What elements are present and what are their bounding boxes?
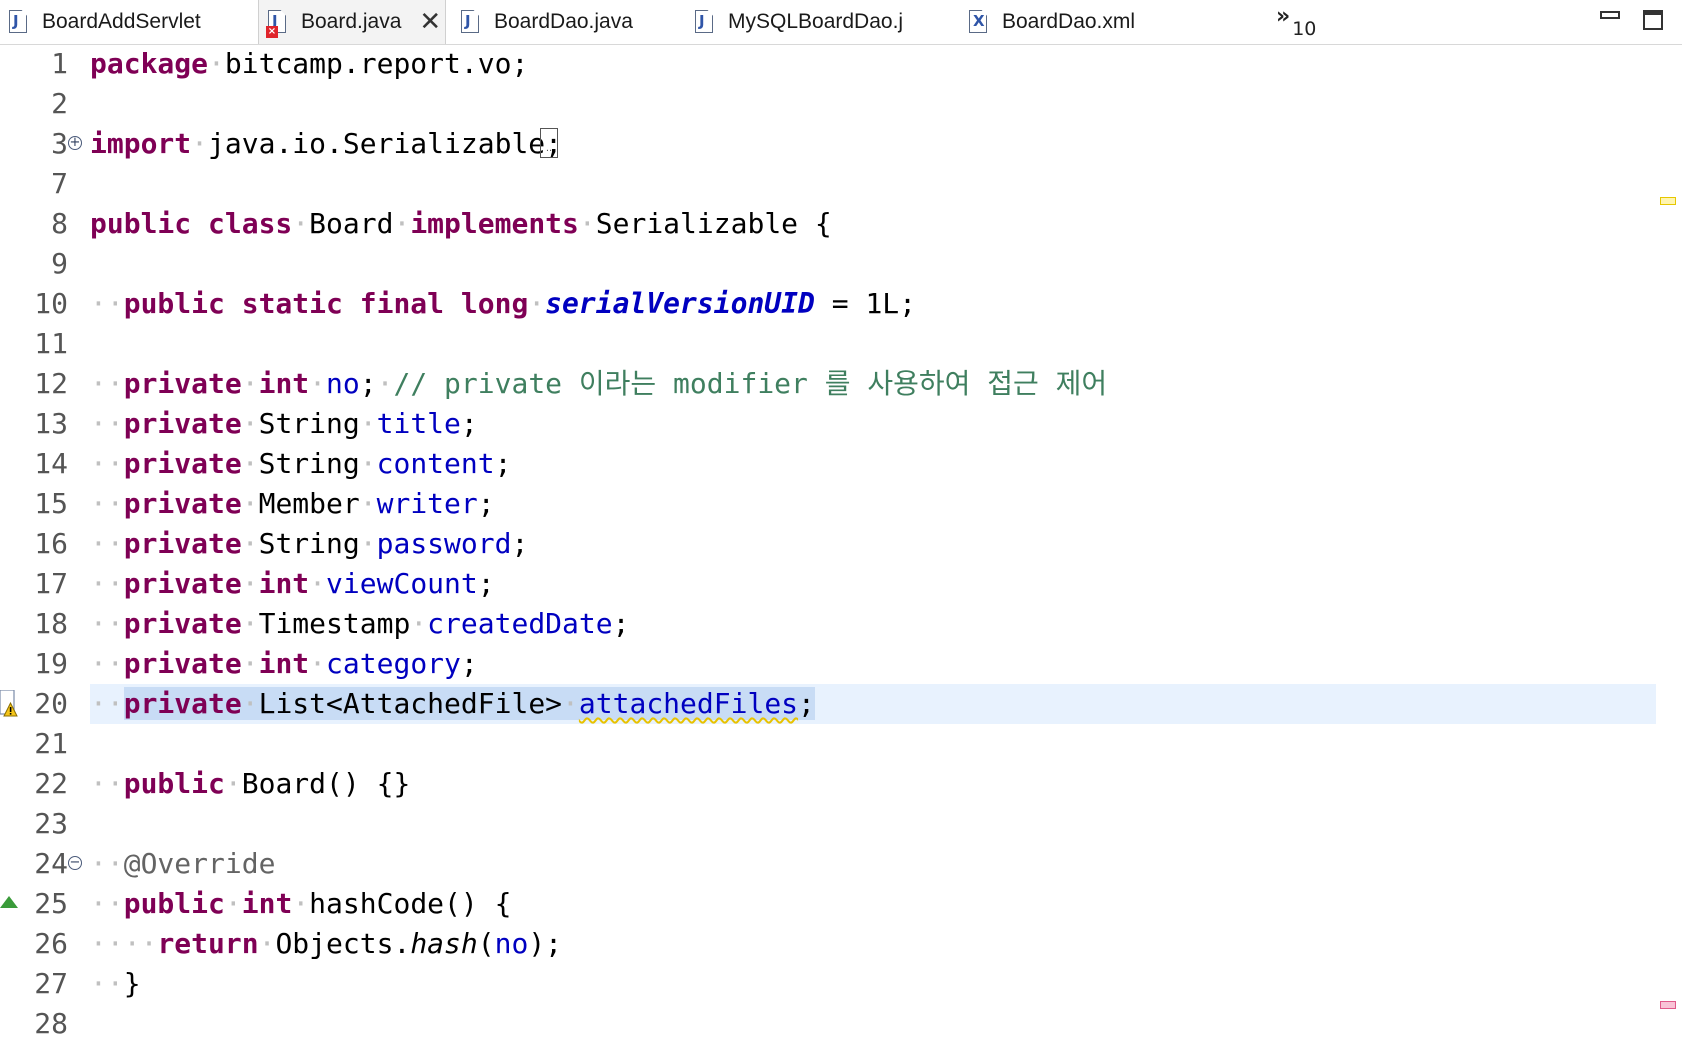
code-text: ····return·Objects.hash(no);	[90, 927, 563, 960]
java-file-icon: J	[694, 9, 716, 35]
code-line: 13 ··private·String·title;	[0, 404, 1682, 444]
code-line: 27 ··}	[0, 964, 1682, 1004]
code-line: 22 ··public·Board() {}	[0, 764, 1682, 804]
line-number: 19	[34, 647, 68, 680]
code-text: ··private·int·viewCount;	[90, 567, 495, 600]
tab-label: BoardDao.java	[494, 10, 633, 33]
line-number: 26	[34, 927, 68, 960]
close-icon[interactable]: ✕	[419, 9, 441, 35]
code-text: ··private·Member·writer;	[90, 487, 495, 520]
line-number: 28	[34, 1007, 68, 1040]
line-number: 20	[34, 687, 68, 720]
fold-expand-icon[interactable]: +	[68, 136, 82, 150]
overflow-count: 10	[1292, 18, 1317, 40]
line-number: 18	[34, 607, 68, 640]
code-text: ··public·Board() {}	[90, 767, 411, 800]
line-number: 11	[34, 327, 68, 360]
code-text: ··private·List<AttachedFile>·attachedFil…	[90, 687, 815, 720]
overflow-chevron-icon: »	[1276, 4, 1291, 29]
code-text: ··private·int·category;	[90, 647, 478, 680]
tab-label: BoardDao.xml	[1002, 10, 1136, 33]
line-number: 9	[51, 247, 68, 280]
tab-mysqlboarddao[interactable]: J MySQLBoardDao.j	[686, 0, 956, 44]
line-number: 17	[34, 567, 68, 600]
tab-boarddao-java[interactable]: J BoardDao.java	[452, 0, 682, 44]
minimize-icon[interactable]	[1600, 11, 1620, 19]
line-number: 10	[34, 287, 68, 320]
code-text: package·bitcamp.report.vo;	[90, 47, 529, 80]
code-line: 23	[0, 804, 1682, 844]
code-line: 24 − ··@Override	[0, 844, 1682, 884]
code-line: 10 ··public static final long·serialVers…	[0, 284, 1682, 324]
tab-boardaddservlet[interactable]: J BoardAddServlet	[0, 0, 248, 44]
code-text: ··private·int·no;·// private 이라는 modifie…	[90, 367, 1108, 400]
line-number: 23	[34, 807, 68, 840]
code-text: ··private·Timestamp·createdDate;	[90, 607, 630, 640]
code-line: 1 package·bitcamp.report.vo;	[0, 44, 1682, 84]
line-number: 12	[34, 367, 68, 400]
code-text: ··public static final long·serialVersion…	[90, 287, 917, 320]
tab-board-java[interactable]: J × Board.java ✕	[258, 0, 446, 44]
java-file-icon: J	[460, 9, 482, 35]
code-text: ··private·String·password;	[90, 527, 529, 560]
code-line: 15 ··private·Member·writer;	[0, 484, 1682, 524]
line-number: 24	[34, 847, 68, 880]
code-line: 21	[0, 724, 1682, 764]
line-number: 7	[51, 167, 68, 200]
code-line: 11	[0, 324, 1682, 364]
code-line-current: 20 ··private·List<AttachedFile>·attached…	[0, 684, 1682, 724]
code-text: import·java.io.Serializable;	[90, 127, 563, 160]
line-number: 13	[34, 407, 68, 440]
overview-ruler-error-marker[interactable]	[1660, 1001, 1676, 1009]
code-line: 12 ··private·int·no;·// private 이라는 modi…	[0, 364, 1682, 404]
code-line: 28	[0, 1004, 1682, 1044]
tab-boarddao-xml[interactable]: X BoardDao.xml	[960, 0, 1230, 44]
editor-tab-bar: J BoardAddServlet J × Board.java ✕ J Boar…	[0, 0, 1682, 45]
line-number: 15	[34, 487, 68, 520]
code-line: 2	[0, 84, 1682, 124]
code-line: 17 ··private·int·viewCount;	[0, 564, 1682, 604]
line-number: 2	[51, 87, 68, 120]
code-text: ··@Override	[90, 847, 276, 880]
code-line: 19 ··private·int·category;	[0, 644, 1682, 684]
code-line: 3 + import·java.io.Serializable; ..	[0, 124, 1682, 164]
fold-collapse-icon[interactable]: −	[68, 856, 82, 870]
java-file-error-icon: J ×	[266, 9, 289, 38]
code-editor[interactable]: 1 package·bitcamp.report.vo; 2 3 + impor…	[0, 44, 1682, 1040]
code-line: 14 ··private·String·content;	[0, 444, 1682, 484]
line-number: 3	[51, 127, 68, 160]
code-text: ··private·String·title;	[90, 407, 478, 440]
tab-label: Board.java	[301, 10, 402, 33]
code-line: 16 ··private·String·password;	[0, 524, 1682, 564]
code-text: ··public·int·hashCode() {	[90, 887, 512, 920]
code-line: 7	[0, 164, 1682, 204]
line-number: 27	[34, 967, 68, 1000]
code-comment: // private 이라는 modifier 를 사용하여 접근 제어	[393, 367, 1108, 400]
code-line: 9	[0, 244, 1682, 284]
code-line: 18 ··private·Timestamp·createdDate;	[0, 604, 1682, 644]
code-line: 26 ····return·Objects.hash(no);	[0, 924, 1682, 964]
java-file-icon: J	[8, 9, 30, 35]
folded-imports-marker[interactable]: ..	[540, 128, 558, 158]
code-line: 25 ··public·int·hashCode() {	[0, 884, 1682, 924]
tab-label: MySQLBoardDao.j	[728, 10, 904, 33]
line-number: 22	[34, 767, 68, 800]
code-line: 8 public class·Board·implements·Serializ…	[0, 204, 1682, 244]
tab-overflow-button[interactable]: » 10	[1276, 4, 1316, 40]
line-number: 21	[34, 727, 68, 760]
line-number: 16	[34, 527, 68, 560]
line-number: 14	[34, 447, 68, 480]
xml-file-icon: X	[968, 9, 990, 35]
line-number: 8	[51, 207, 68, 240]
maximize-icon[interactable]	[1643, 10, 1663, 30]
code-text: ··private·String·content;	[90, 447, 512, 480]
code-text: ··}	[90, 967, 141, 1000]
line-number: 1	[51, 47, 68, 80]
code-text: public class·Board·implements·Serializab…	[90, 207, 832, 240]
line-number: 25	[34, 887, 68, 920]
tab-label: BoardAddServlet	[42, 10, 201, 33]
overview-ruler-warning-marker[interactable]	[1660, 197, 1676, 205]
